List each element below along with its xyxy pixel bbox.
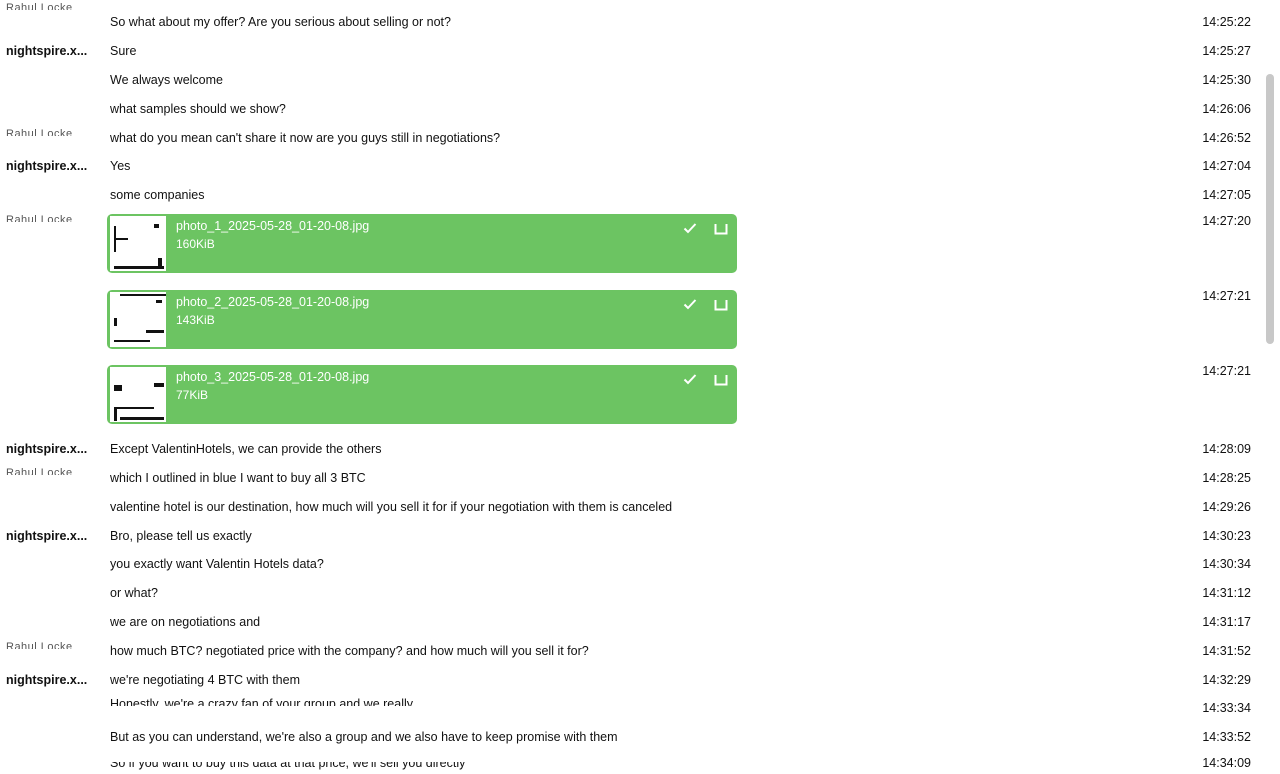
message-time: 14:27:21 xyxy=(1202,364,1251,378)
message-row: nightspire.x... Sure 14:25:27 xyxy=(0,33,1262,62)
message-row: So if you want to buy this data at that … xyxy=(0,745,1262,774)
message-text: Sure xyxy=(110,44,137,58)
file-size: 77KiB xyxy=(176,388,209,402)
message-text: some companies xyxy=(110,188,205,202)
message-text: Honestly, we're a crazy fan of your grou… xyxy=(110,697,413,706)
message-row: Rahul Locke how much BTC? negotiated pri… xyxy=(0,633,1262,662)
message-time: 14:25:30 xyxy=(1202,73,1251,87)
message-time: 14:27:20 xyxy=(1202,214,1251,228)
message-time: 14:27:05 xyxy=(1202,188,1251,202)
sender-name: Rahul Locke xyxy=(6,2,73,10)
message-time: 14:26:52 xyxy=(1202,131,1251,145)
sender-name: Rahul Locke xyxy=(6,214,73,222)
message-text: So what about my offer? Are you serious … xyxy=(110,15,451,29)
message-text: which I outlined in blue I want to buy a… xyxy=(110,471,366,485)
file-attachment[interactable]: photo_3_2025-05-28_01-20-08.jpg 77KiB xyxy=(107,365,737,424)
sender-name: nightspire.x... xyxy=(6,44,88,58)
message-time: 14:28:09 xyxy=(1202,442,1251,456)
file-name[interactable]: photo_1_2025-05-28_01-20-08.jpg xyxy=(176,219,369,233)
message-row: Honestly, we're a crazy fan of your grou… xyxy=(0,690,1262,719)
chat-log: Rahul Locke So what about my offer? Are … xyxy=(0,0,1280,774)
message-text: So if you want to buy this data at that … xyxy=(110,756,466,770)
message-row: you exactly want Valentin Hotels data? 1… xyxy=(0,546,1262,575)
check-icon xyxy=(683,299,697,310)
message-text: what do you mean can't share it now are … xyxy=(110,131,501,145)
message-row: Rahul Locke what do you mean can't share… xyxy=(0,120,1262,149)
image-thumbnail[interactable] xyxy=(110,292,166,347)
message-row: nightspire.x... Except ValentinHotels, w… xyxy=(0,431,1262,460)
message-row: nightspire.x... Bro, please tell us exac… xyxy=(0,518,1262,547)
message-text: how much BTC? negotiated price with the … xyxy=(110,644,589,658)
message-time: 14:33:34 xyxy=(1202,701,1251,715)
sender-name: Rahul Locke xyxy=(6,128,73,136)
message-text: we're negotiating 4 BTC with them xyxy=(110,673,300,687)
message-time: 14:31:17 xyxy=(1202,615,1251,629)
file-name[interactable]: photo_3_2025-05-28_01-20-08.jpg xyxy=(176,370,369,384)
message-row: nightspire.x... Yes 14:27:04 xyxy=(0,148,1262,177)
message-row: some companies 14:27:05 xyxy=(0,177,1262,206)
message-text: But as you can understand, we're also a … xyxy=(110,730,618,744)
sender-name: nightspire.x... xyxy=(6,159,88,173)
sender-name: nightspire.x... xyxy=(6,529,88,543)
message-text: Bro, please tell us exactly xyxy=(110,529,252,543)
message-time: 14:27:04 xyxy=(1202,159,1251,173)
download-icon[interactable] xyxy=(714,299,728,311)
image-thumbnail[interactable] xyxy=(110,367,166,422)
sender-name: Rahul Locke xyxy=(6,467,73,475)
message-time: 14:30:23 xyxy=(1202,529,1251,543)
message-time: 14:31:12 xyxy=(1202,586,1251,600)
message-time: 14:25:22 xyxy=(1202,15,1251,29)
sender-name: nightspire.x... xyxy=(6,673,88,687)
message-row: what samples should we show? 14:26:06 xyxy=(0,91,1262,120)
file-name[interactable]: photo_2_2025-05-28_01-20-08.jpg xyxy=(176,295,369,309)
message-time: 14:25:27 xyxy=(1202,44,1251,58)
message-text: you exactly want Valentin Hotels data? xyxy=(110,557,324,571)
message-row: valentine hotel is our destination, how … xyxy=(0,489,1262,518)
message-text: We always welcome xyxy=(110,73,224,87)
message-row: We always welcome 14:25:30 xyxy=(0,62,1262,91)
check-icon xyxy=(683,374,697,385)
sender-name: nightspire.x... xyxy=(6,442,88,456)
message-row: Rahul Locke which I outlined in blue I w… xyxy=(0,460,1262,489)
file-size: 160KiB xyxy=(176,237,215,251)
message-time: 14:34:09 xyxy=(1202,756,1251,770)
download-icon[interactable] xyxy=(714,374,728,386)
message-text: valentine hotel is our destination, how … xyxy=(110,500,673,514)
image-thumbnail[interactable] xyxy=(110,216,166,271)
check-icon xyxy=(683,223,697,234)
message-time: 14:28:25 xyxy=(1202,471,1251,485)
message-text: we are on negotiations and xyxy=(110,615,261,629)
message-time: 14:30:34 xyxy=(1202,557,1251,571)
message-time: 14:26:06 xyxy=(1202,102,1251,116)
message-time: 14:31:52 xyxy=(1202,644,1251,658)
file-attachment[interactable]: photo_2_2025-05-28_01-20-08.jpg 143KiB xyxy=(107,290,737,349)
vertical-scrollbar[interactable] xyxy=(1266,74,1274,344)
download-icon[interactable] xyxy=(714,223,728,235)
message-row: But as you can understand, we're also a … xyxy=(0,719,1262,748)
message-row: or what? 14:31:12 xyxy=(0,575,1262,604)
message-text: Except ValentinHotels, we can provide th… xyxy=(110,442,382,456)
message-text: or what? xyxy=(110,586,158,600)
message-time: 14:32:29 xyxy=(1202,673,1251,687)
message-text: Yes xyxy=(110,159,131,173)
message-time: 14:33:52 xyxy=(1202,730,1251,744)
message-text: what samples should we show? xyxy=(110,102,286,116)
message-row: we are on negotiations and 14:31:17 xyxy=(0,604,1262,633)
file-attachment[interactable]: photo_1_2025-05-28_01-20-08.jpg 160KiB xyxy=(107,214,737,273)
message-time: 14:29:26 xyxy=(1202,500,1251,514)
file-size: 143KiB xyxy=(176,313,215,327)
message-row: nightspire.x... we're negotiating 4 BTC … xyxy=(0,662,1262,691)
message-row: Rahul Locke So what about my offer? Are … xyxy=(0,2,1262,33)
sender-name: Rahul Locke xyxy=(6,641,73,649)
message-time: 14:27:21 xyxy=(1202,289,1251,303)
